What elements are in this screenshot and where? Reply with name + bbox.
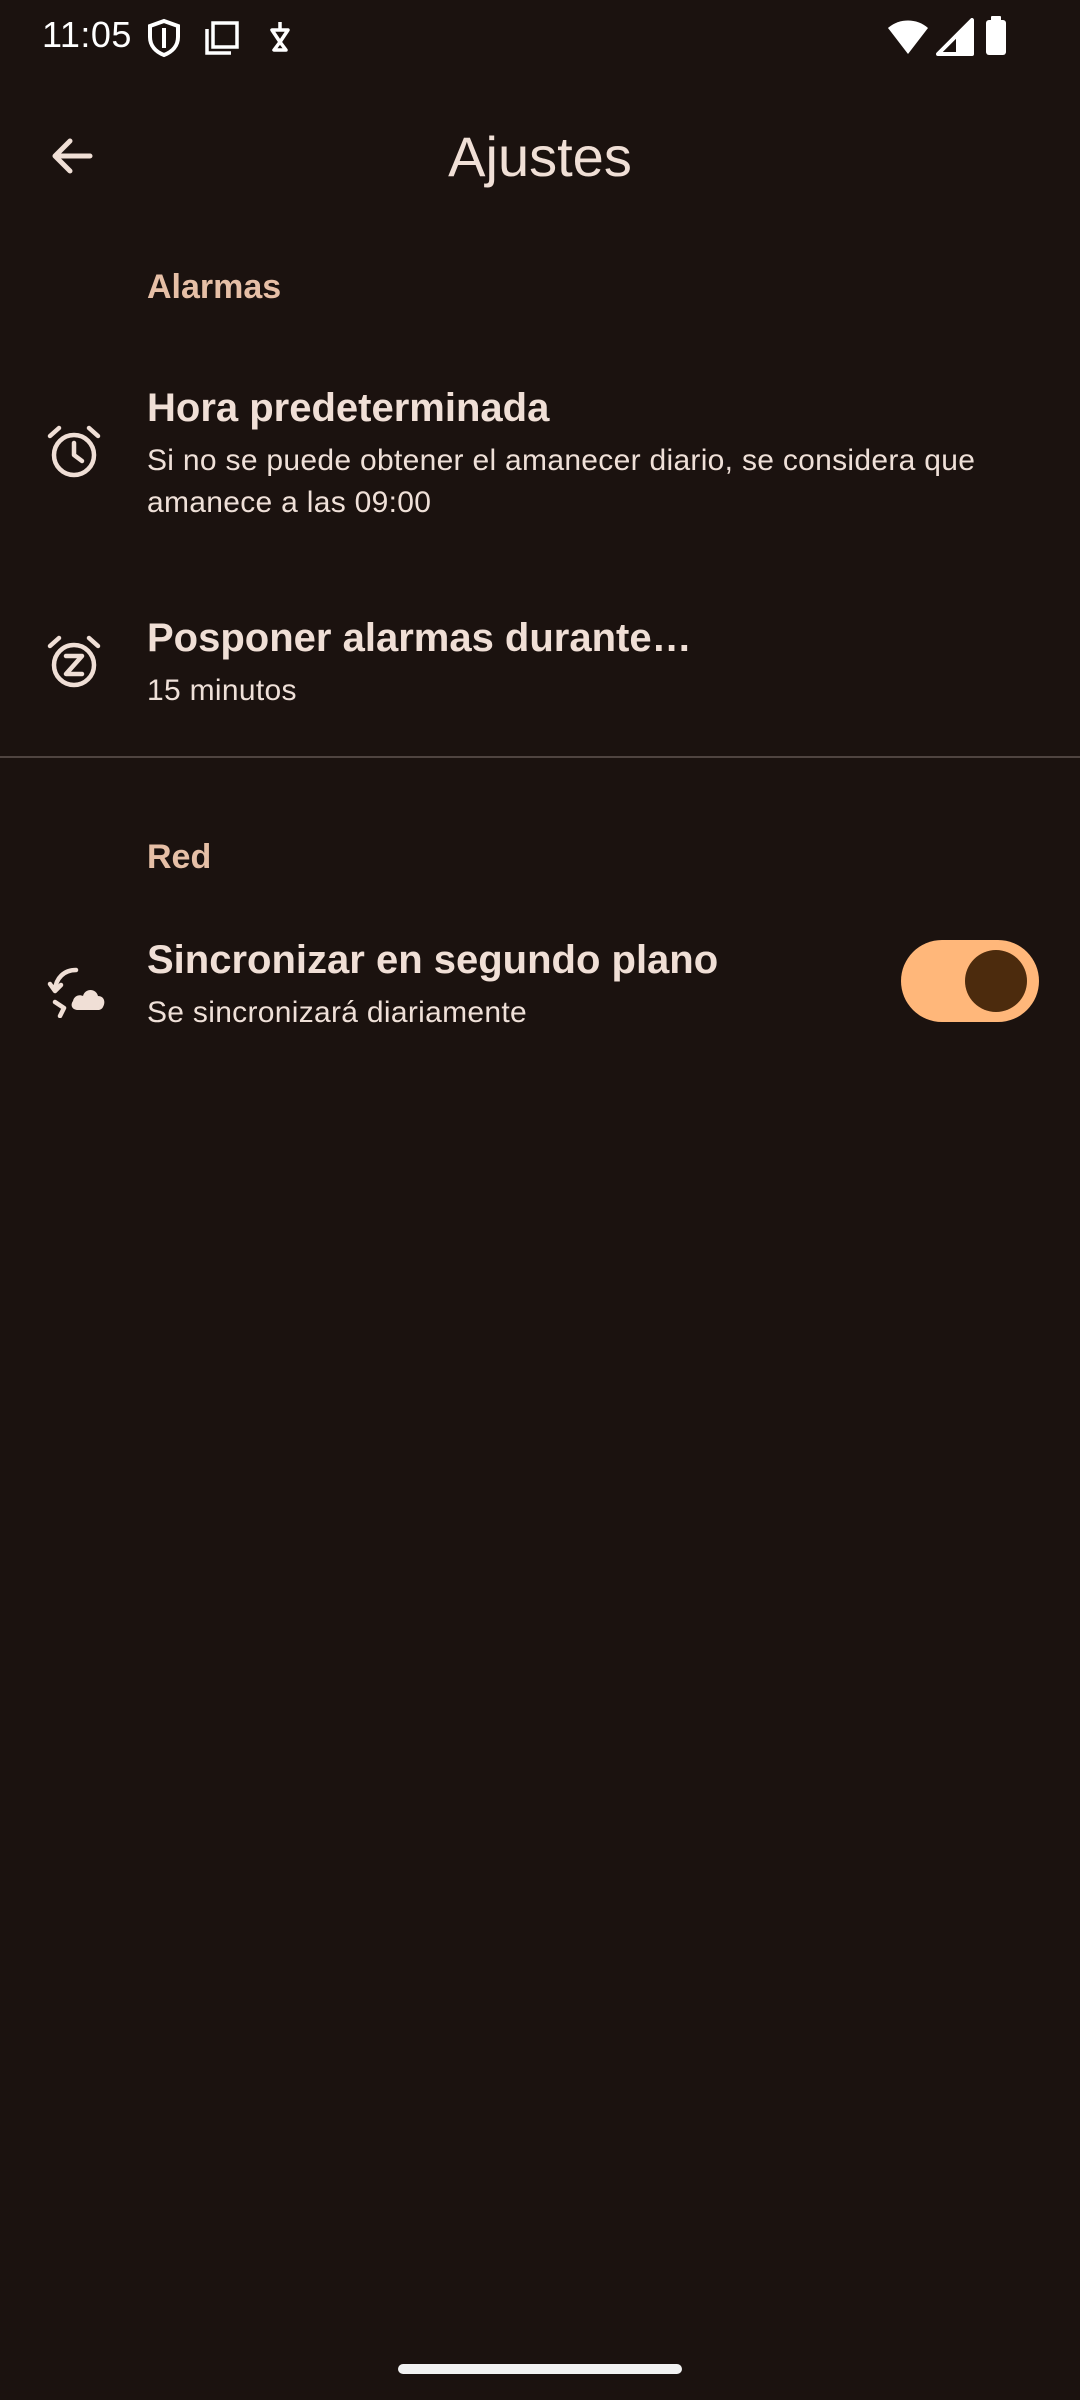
pref-default-time[interactable]: Hora predeterminada Si no se puede obten… [0,360,1080,550]
status-bar: 11:05 [0,0,1080,72]
shield-icon [146,18,182,63]
wifi-icon [886,18,930,61]
battery-icon [984,16,1008,61]
snooze-icon [44,632,104,692]
background-sync-switch[interactable] [901,940,1039,1022]
signal-icon [936,18,974,61]
pref-summary: 15 minutos [147,674,297,707]
section-header-alarms: Alarmas [147,268,282,306]
alarm-clock-icon [44,422,104,482]
cloud-sync-icon [46,958,106,1019]
pref-title: Posponer alarmas durante… [147,616,692,660]
pref-summary: Si no se puede obtener el amanecer diari… [147,444,976,519]
gesture-nav-handle[interactable] [398,2364,682,2374]
pref-title: Hora predeterminada [147,386,550,430]
usb-debug-icon [266,20,294,61]
pref-title: Sincronizar en segundo plano [147,938,719,982]
page-title: Ajustes [448,125,632,188]
screenshot-icon [204,20,240,61]
switch-thumb [965,950,1027,1012]
pref-snooze-duration[interactable]: Posponer alarmas durante… 15 minutos [0,590,1080,740]
app-bar: Ajustes [0,100,1080,216]
section-header-network: Red [147,838,212,876]
section-divider [0,756,1080,758]
status-time: 11:05 [42,14,132,55]
